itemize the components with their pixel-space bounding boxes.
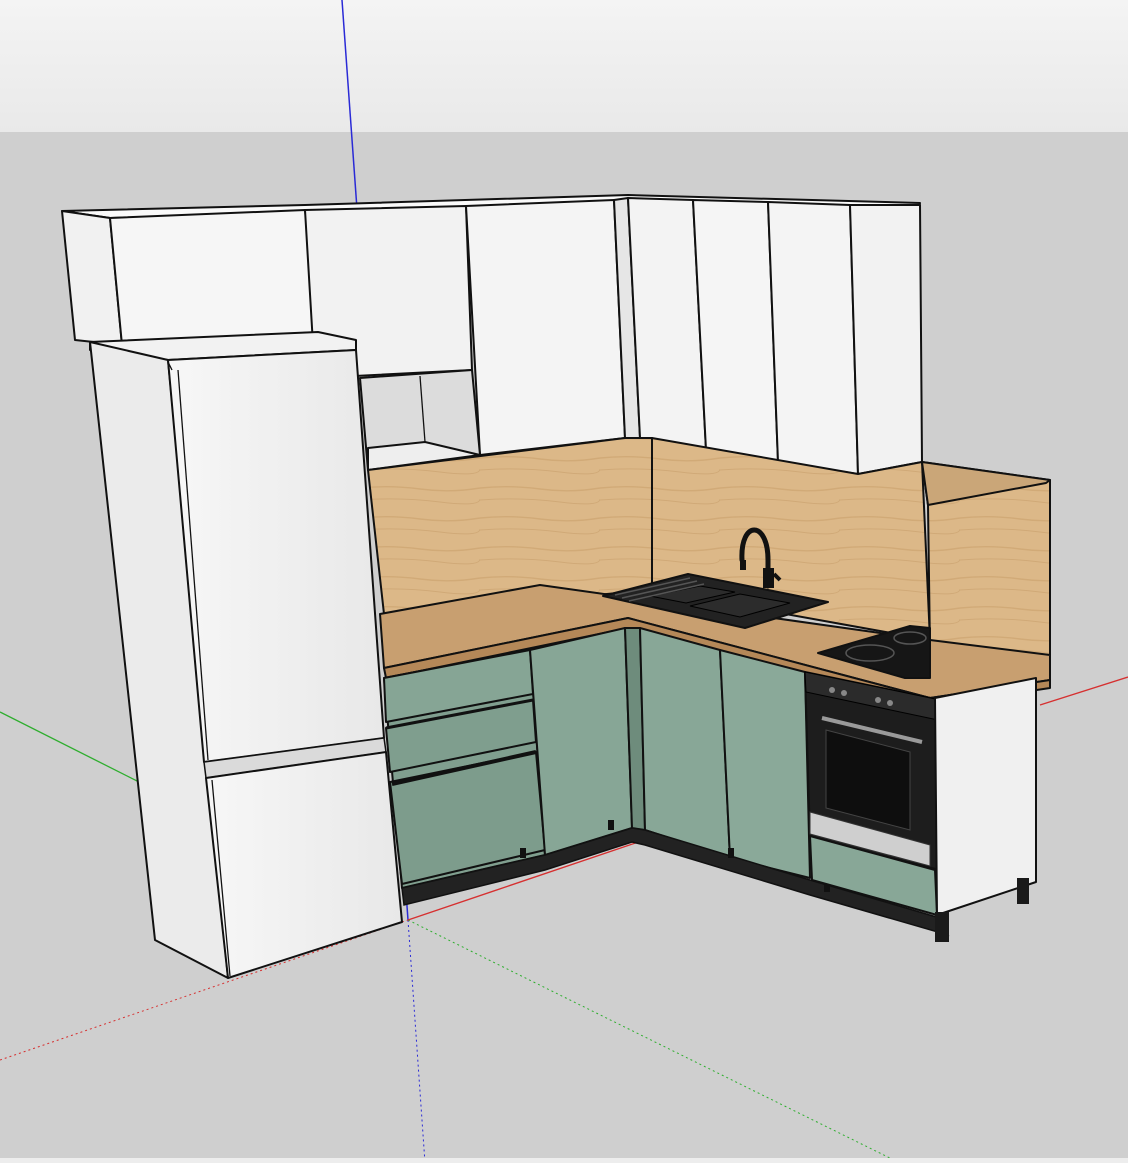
sky <box>0 0 1128 132</box>
3d-scene-canvas[interactable] <box>0 0 1128 1163</box>
sketchup-viewport[interactable] <box>0 0 1128 1163</box>
ground-edge <box>0 1158 1128 1163</box>
oven[interactable] <box>804 671 941 916</box>
